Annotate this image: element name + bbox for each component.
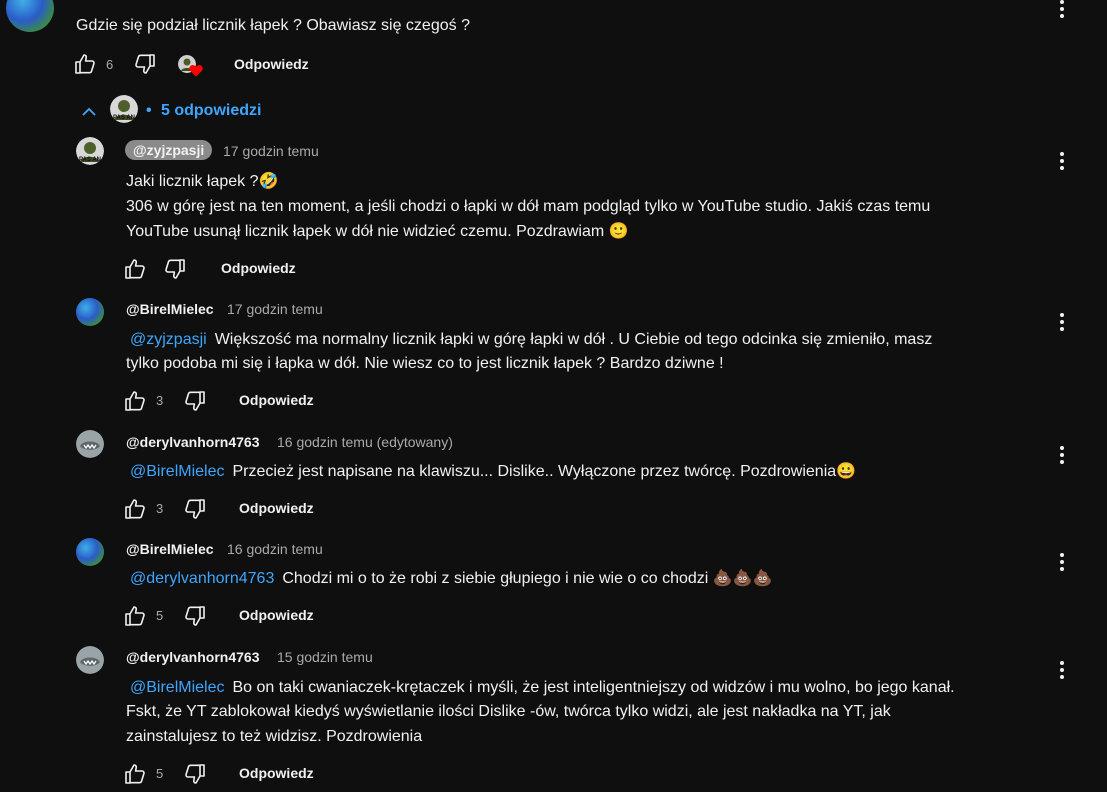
- timestamp[interactable]: 16 godzin temu (edytowany): [277, 434, 453, 450]
- comment-text-line: YouTube usunął licznik łapek w dół nie w…: [126, 223, 629, 240]
- avatar-reply[interactable]: [76, 646, 104, 674]
- timestamp[interactable]: 16 godzin temu: [227, 541, 323, 557]
- thumbs-down-icon[interactable]: [183, 497, 207, 521]
- thumbs-up-icon[interactable]: [73, 52, 97, 76]
- like-count: 5: [156, 608, 164, 623]
- avatar-reply[interactable]: [76, 430, 104, 458]
- like-count: 3: [156, 393, 164, 408]
- comment-text-line: Jaki licznik łapek ?🤣: [126, 173, 279, 190]
- mention-link[interactable]: @BirelMielec: [130, 679, 224, 696]
- reply-button[interactable]: Odpowiedz: [234, 56, 309, 72]
- mention-link[interactable]: @zyjzpasji: [130, 331, 207, 348]
- reply-button[interactable]: Odpowiedz: [239, 765, 314, 781]
- replies-creator-avatar: PAS AN: [110, 95, 138, 123]
- replies-toggle-button[interactable]: 5 odpowiedzi: [161, 102, 261, 120]
- more-vert-icon[interactable]: [1060, 313, 1064, 334]
- thumbs-down-icon[interactable]: [183, 762, 207, 786]
- comment-text-line: Fskt, że YT zablokował kiedyś wyświetlan…: [126, 703, 891, 720]
- comment-text-line: 306 w górę jest na ten moment, a jeśli c…: [126, 198, 931, 215]
- comment-text: Bo on taki cwaniaczek-krętaczek i myśli,…: [232, 679, 955, 696]
- like-count: 6: [106, 57, 114, 72]
- reply-button[interactable]: Odpowiedz: [239, 500, 314, 516]
- more-vert-icon[interactable]: [1060, 661, 1064, 682]
- thumbs-up-icon[interactable]: [123, 604, 147, 628]
- reply-button[interactable]: Odpowiedz: [239, 392, 314, 408]
- timestamp[interactable]: 17 godzin temu: [227, 301, 323, 317]
- thumbs-down-icon[interactable]: [133, 52, 157, 76]
- timestamp[interactable]: 15 godzin temu: [277, 649, 373, 665]
- thumbs-down-icon[interactable]: [183, 389, 207, 413]
- like-count: 5: [156, 766, 164, 781]
- thumbs-up-icon[interactable]: [123, 389, 147, 413]
- thumbs-down-icon[interactable]: [163, 257, 187, 281]
- thumbs-up-icon[interactable]: [123, 497, 147, 521]
- thumbs-down-icon[interactable]: [183, 604, 207, 628]
- author-name[interactable]: @derylvanhorn4763: [126, 434, 260, 450]
- mention-link[interactable]: @derylvanhorn4763: [130, 570, 274, 587]
- comment-text-line: @derylvanhorn4763 Chodzi mi o to że robi …: [126, 566, 773, 591]
- comment-text: Większość ma normalny licznik łapki w gó…: [214, 331, 933, 348]
- avatar-reply[interactable]: PAS AN: [76, 137, 104, 165]
- more-vert-icon[interactable]: [1060, 152, 1064, 173]
- thumbs-up-icon[interactable]: [123, 257, 147, 281]
- avatar-reply[interactable]: [76, 298, 104, 326]
- avatar-top-comment[interactable]: [6, 0, 54, 32]
- avatar-reply[interactable]: [76, 538, 104, 566]
- heart-icon: [189, 64, 203, 77]
- comment-text-line: @BirelMielec Bo on taki cwaniaczek-krętac…: [126, 675, 955, 700]
- author-name[interactable]: @BirelMielec: [126, 541, 214, 557]
- author-name[interactable]: @zyjzpasji: [125, 140, 213, 160]
- comment-text: Gdzie się podział licznik łapek ? Obawia…: [76, 17, 470, 34]
- svg-text:PAS AN: PAS AN: [113, 115, 135, 121]
- more-vert-icon[interactable]: [1060, 0, 1064, 21]
- author-name[interactable]: @BirelMielec: [126, 301, 214, 317]
- timestamp[interactable]: 17 godzin temu: [223, 143, 319, 159]
- comment-text-line: zainstalujesz to też widzisz. Pozdrowien…: [126, 728, 423, 745]
- reply-button[interactable]: Odpowiedz: [239, 607, 314, 623]
- reply-button[interactable]: Odpowiedz: [221, 260, 296, 276]
- more-vert-icon[interactable]: [1060, 446, 1064, 467]
- replies-bullet: •: [146, 102, 152, 119]
- mention-link[interactable]: @BirelMielec: [130, 463, 224, 480]
- more-vert-icon[interactable]: [1060, 553, 1064, 574]
- author-name[interactable]: @derylvanhorn4763: [126, 649, 260, 665]
- comment-text: Chodzi mi o to że robi z siebie głupiego…: [282, 570, 773, 587]
- comment-text-line: @BirelMielec Przecież jest napisane na kl…: [126, 459, 856, 484]
- like-count: 3: [156, 501, 164, 516]
- svg-text:PAS AN: PAS AN: [79, 157, 101, 163]
- chevron-up-icon[interactable]: [80, 103, 98, 121]
- comment-text: Przecież jest napisane na klawiszu... Di…: [232, 463, 857, 480]
- comment-text-line: @zyjzpasji Większość ma normalny licznik …: [126, 327, 932, 352]
- thumbs-up-icon[interactable]: [123, 762, 147, 786]
- comment-text-line: tylko podoba mi się i łapka w dół. Nie w…: [126, 355, 724, 372]
